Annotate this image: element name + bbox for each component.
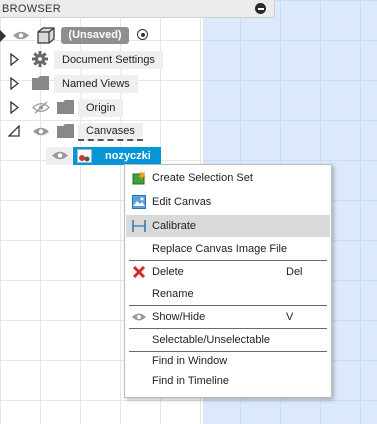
tree-item-document-settings[interactable]: Document Settings <box>54 51 163 69</box>
menu-item-replace-canvas-image[interactable]: Replace Canvas Image File <box>126 238 330 260</box>
expand-arrow-icon[interactable] <box>10 77 19 90</box>
root-component-label[interactable]: (Unsaved) <box>61 27 129 44</box>
expand-arrow-icon[interactable] <box>10 53 19 66</box>
tree-item-named-views[interactable]: Named Views <box>54 75 138 93</box>
delete-x-icon <box>132 265 146 279</box>
menu-item-edit-canvas[interactable]: Edit Canvas <box>126 191 330 213</box>
tree-item-origin[interactable]: Origin <box>78 99 124 117</box>
activate-radio-icon[interactable] <box>137 29 148 40</box>
selection-set-icon <box>132 171 146 185</box>
expanded-arrow-icon[interactable] <box>8 125 20 137</box>
menu-item-rename[interactable]: Rename <box>126 283 330 305</box>
calibrate-icon <box>132 220 146 232</box>
gear-icon <box>32 51 48 67</box>
collapse-arrow-icon[interactable] <box>0 30 6 42</box>
folder-icon <box>32 76 49 90</box>
context-menu: Create Selection Set Edit Canvas Calibra… <box>124 164 332 398</box>
canvas-icon <box>132 195 146 209</box>
folder-icon <box>57 124 74 138</box>
eye-icon <box>132 313 146 321</box>
menu-item-find-in-timeline[interactable]: Find in Timeline <box>126 370 330 392</box>
menu-item-calibrate[interactable]: Calibrate <box>126 215 330 237</box>
eye-icon[interactable] <box>32 126 50 137</box>
menu-item-selectable[interactable]: Selectable/Unselectable <box>126 329 330 351</box>
menu-item-create-selection-set[interactable]: Create Selection Set <box>126 167 330 189</box>
collapse-panel-icon[interactable] <box>255 3 266 14</box>
tree-item-label: nozyczki <box>105 150 151 162</box>
eye-icon[interactable] <box>51 150 69 161</box>
menu-item-show-hide[interactable]: Show/Hide V <box>126 306 330 328</box>
canvas-image-icon <box>77 149 92 163</box>
folder-icon <box>57 100 74 114</box>
eye-hidden-icon[interactable] <box>32 101 50 114</box>
expand-arrow-icon[interactable] <box>10 101 19 114</box>
component-icon <box>37 27 55 44</box>
tree-item-nozyczki[interactable]: nozyczki <box>73 147 161 165</box>
tree-item-canvases[interactable]: Canvases <box>78 123 143 141</box>
browser-title: BROWSER <box>2 2 61 15</box>
menu-item-delete[interactable]: Delete Del <box>126 261 330 283</box>
browser-panel-header: BROWSER <box>0 0 275 18</box>
eye-icon[interactable] <box>12 30 30 41</box>
menu-item-find-in-window[interactable]: Find in Window <box>126 350 330 372</box>
